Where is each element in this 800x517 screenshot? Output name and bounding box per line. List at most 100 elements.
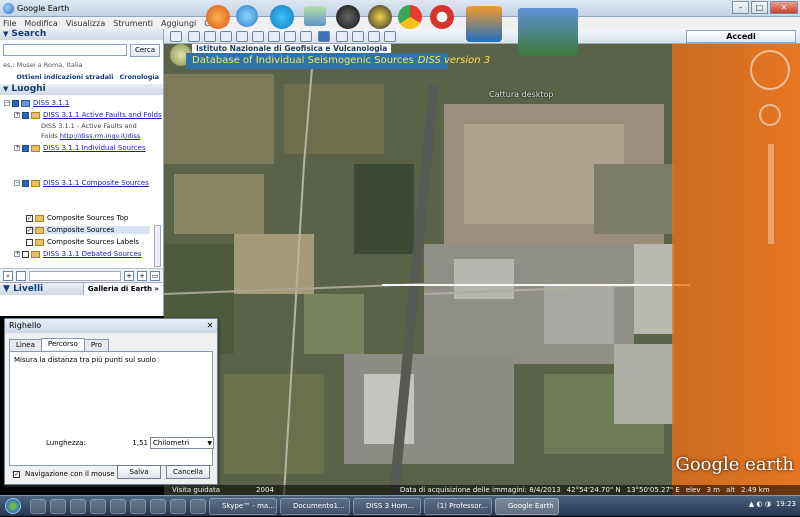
- maximize-button[interactable]: □: [751, 1, 768, 14]
- zoom-slider[interactable]: [768, 144, 774, 244]
- user-icon[interactable]: [170, 498, 186, 514]
- earth-gallery-button[interactable]: Galleria di Earth »: [82, 283, 163, 295]
- history-link[interactable]: Cronologia: [120, 73, 160, 81]
- tour-label[interactable]: Visita guidata: [172, 485, 220, 495]
- task-skype[interactable]: Skype™ - ma...: [209, 497, 277, 515]
- historical-imagery-icon[interactable]: [268, 31, 280, 42]
- path-icon[interactable]: [220, 31, 232, 42]
- directions-link[interactable]: Ottieni indicazioni stradali: [16, 73, 113, 81]
- google-maps-icon[interactable]: [384, 31, 396, 42]
- tree-item-debated-sources[interactable]: + DISS 3.1.1 Debated Sources: [14, 250, 141, 258]
- places-section-header[interactable]: ▼ Luoghi: [0, 84, 163, 95]
- start-button[interactable]: [0, 496, 26, 517]
- virtual-machine-icon[interactable]: [466, 6, 502, 42]
- search-section-header[interactable]: ▼ Search: [0, 29, 163, 40]
- dialog-close-icon[interactable]: ✕: [205, 321, 215, 331]
- menu-strumenti[interactable]: Strumenti: [113, 19, 153, 28]
- expand-icon[interactable]: +: [14, 251, 20, 257]
- dialog-title-bar[interactable]: Righello ✕: [5, 319, 217, 333]
- task-document[interactable]: Documento1...: [280, 497, 350, 515]
- skype-icon[interactable]: [270, 5, 294, 29]
- print-icon[interactable]: [352, 31, 364, 42]
- firefox-taskbar-icon[interactable]: [70, 498, 86, 514]
- image-overlay-icon[interactable]: [236, 31, 248, 42]
- checkbox[interactable]: [22, 250, 29, 258]
- tree-item-label[interactable]: DISS 3.1.1 Debated Sources: [43, 250, 141, 258]
- screenshot-camera-icon[interactable]: [518, 8, 578, 56]
- folder-taskbar-icon[interactable]: [190, 498, 206, 514]
- task-professor[interactable]: (1) Professor...: [424, 497, 492, 515]
- close-button[interactable]: ✕: [770, 1, 798, 14]
- excel-icon[interactable]: [110, 498, 126, 514]
- menu-file[interactable]: File: [3, 19, 16, 28]
- collapse-icon[interactable]: −: [14, 180, 20, 186]
- search-button[interactable]: Cerca: [130, 44, 160, 57]
- tree-item-label[interactable]: DISS 3.1.1 Composite Sources: [43, 179, 149, 187]
- unit-select[interactable]: Chilometri ▼: [150, 437, 214, 449]
- panel-icon[interactable]: [16, 270, 26, 281]
- sunlight-icon[interactable]: [284, 31, 296, 42]
- planets-icon[interactable]: [300, 31, 312, 42]
- tree-item-label[interactable]: Composite Sources: [47, 226, 114, 234]
- menu-aggiungi[interactable]: Aggiungi: [161, 19, 196, 28]
- tree-item-composite-top[interactable]: ✓ Composite Sources Top: [26, 214, 128, 222]
- internet-explorer-icon[interactable]: [236, 5, 258, 27]
- pan-control-icon[interactable]: [759, 104, 781, 126]
- chrome-icon[interactable]: [398, 5, 422, 29]
- expand-icon[interactable]: +: [14, 112, 20, 118]
- checkbox[interactable]: [26, 238, 33, 246]
- checkbox[interactable]: [22, 144, 29, 152]
- tree-item-composite-sources[interactable]: − DISS 3.1.1 Composite Sources: [14, 179, 149, 187]
- map-view[interactable]: Istituto Nazionale di Geofisica e Vulcan…: [164, 44, 800, 495]
- tab-pro[interactable]: Pro: [83, 339, 109, 351]
- cancel-button[interactable]: Cancella: [166, 465, 210, 479]
- media-icon[interactable]: [50, 498, 66, 514]
- checkbox[interactable]: [22, 111, 29, 119]
- norton-icon[interactable]: [368, 5, 392, 29]
- search-input[interactable]: [3, 44, 127, 56]
- places-filter-field[interactable]: [29, 270, 121, 281]
- save-button[interactable]: Salva: [117, 465, 161, 479]
- tree-scrollbar[interactable]: [154, 225, 161, 267]
- minimize-button[interactable]: –: [732, 1, 749, 14]
- explorer-icon[interactable]: [30, 498, 46, 514]
- help-icon[interactable]: [336, 5, 360, 29]
- signin-button[interactable]: Accedi: [686, 30, 796, 43]
- folder-add-icon[interactable]: ▭: [150, 270, 160, 281]
- ruler-icon[interactable]: [318, 31, 330, 42]
- globe-taskbar-icon[interactable]: [150, 498, 166, 514]
- mouse-navigation-toggle[interactable]: ✓ Navigazione con il mouse: [13, 470, 115, 478]
- placemark-icon[interactable]: [188, 31, 200, 42]
- tree-item-label[interactable]: DISS 3.1.1 Individual Sources: [43, 144, 146, 152]
- clock[interactable]: 19:23: [776, 500, 796, 508]
- powerpoint-icon[interactable]: [130, 498, 146, 514]
- tree-item-composite-labels[interactable]: Composite Sources Labels: [26, 238, 139, 246]
- firefox-icon[interactable]: [206, 5, 230, 29]
- tab-percorso[interactable]: Percorso: [40, 338, 85, 350]
- task-diss[interactable]: DISS 3 Hom...: [353, 497, 421, 515]
- checkbox[interactable]: ✓: [26, 226, 33, 234]
- tree-item-label[interactable]: Composite Sources Labels: [47, 238, 139, 246]
- menu-visualizza[interactable]: Visualizza: [66, 19, 105, 28]
- tree-item-label[interactable]: Composite Sources Top: [47, 214, 128, 222]
- checkbox[interactable]: [22, 179, 29, 187]
- checkbox[interactable]: [12, 99, 19, 107]
- expand-icon[interactable]: +: [14, 145, 20, 151]
- collapse-icon[interactable]: −: [4, 100, 10, 106]
- polygon-icon[interactable]: [204, 31, 216, 42]
- save-image-icon[interactable]: [368, 31, 380, 42]
- tray-icons[interactable]: ▲ ◐ ◑: [749, 500, 771, 508]
- move-up-icon[interactable]: +: [124, 270, 134, 281]
- email-icon[interactable]: [336, 31, 348, 42]
- search-places-icon[interactable]: ⌕: [3, 270, 13, 281]
- task-google-earth[interactable]: Google Earth: [495, 497, 559, 515]
- diss-url-link[interactable]: http://diss.rm.ingv.it/diss: [60, 132, 140, 140]
- tab-linea[interactable]: Linea: [9, 339, 42, 351]
- tree-item-diss[interactable]: − DISS 3.1.1: [4, 99, 69, 107]
- word-icon[interactable]: [90, 498, 106, 514]
- layers-section-header[interactable]: ▼ Livelli Galleria di Earth »: [0, 283, 163, 295]
- tree-item-label[interactable]: DISS 3.1.1: [33, 99, 69, 107]
- checkbox[interactable]: ✓: [13, 470, 20, 478]
- image-viewer-icon[interactable]: [304, 6, 326, 26]
- tree-item-composite[interactable]: ✓ Composite Sources: [26, 226, 150, 234]
